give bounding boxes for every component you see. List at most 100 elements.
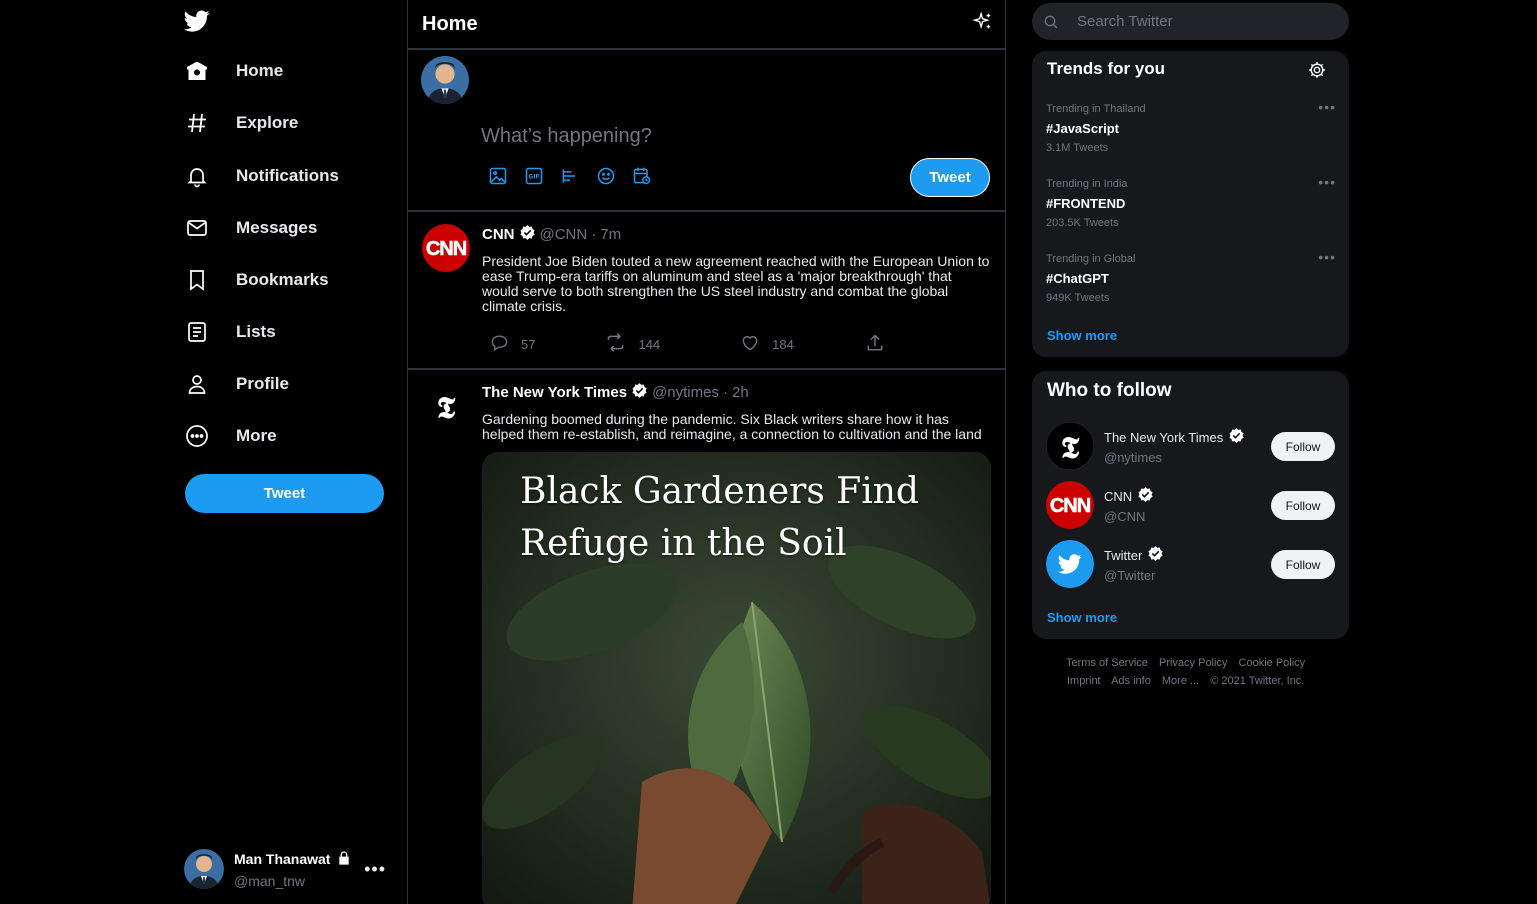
trend-context: Trending in Thailand xyxy=(1046,103,1146,115)
follow-button[interactable]: Follow xyxy=(1271,432,1335,461)
trend-count: 3.1M Tweets xyxy=(1046,142,1109,154)
tweet-media-image[interactable]: Black Gardeners Find Refuge in the Soil xyxy=(482,452,991,904)
cnn-avatar: CNN xyxy=(1046,481,1094,529)
nav-bookmarks[interactable]: Bookmarks xyxy=(184,260,329,300)
nav-notifications[interactable]: Notifications xyxy=(184,156,339,196)
list-icon xyxy=(184,319,210,345)
nytimes-avatar[interactable]: 𝕿 xyxy=(422,382,470,430)
verified-badge-icon xyxy=(519,224,536,245)
like-count: 184 xyxy=(772,336,794,352)
emoji-icon[interactable] xyxy=(596,166,616,186)
footer-link-more[interactable]: More ... xyxy=(1162,675,1199,687)
compose-tweet-button[interactable]: Tweet xyxy=(910,158,990,197)
tweet[interactable]: CNN CNN @CNN · 7m President Joe Biden to… xyxy=(408,212,1005,370)
more-horizontal-icon[interactable]: ••• xyxy=(1318,174,1336,190)
account-switcher[interactable]: Man Thanawat @man_tnw ••• xyxy=(184,845,394,893)
follow-handle: @Twitter xyxy=(1104,568,1156,583)
twitter-logo-icon[interactable] xyxy=(183,8,212,36)
schedule-icon[interactable] xyxy=(632,166,652,186)
media-headline: Black Gardeners Find Refuge in the Soil xyxy=(520,466,919,570)
cnn-avatar[interactable]: CNN xyxy=(422,224,470,272)
poll-icon[interactable] xyxy=(560,166,580,186)
footer-link-cookie[interactable]: Cookie Policy xyxy=(1239,657,1306,669)
who-to-follow-show-more-link[interactable]: Show more xyxy=(1047,610,1117,625)
follow-name: CNN xyxy=(1104,488,1133,504)
avatar xyxy=(421,56,469,104)
trend-item[interactable]: Trending in India #FRONTEND 203.5K Tweet… xyxy=(1046,174,1336,229)
home-icon xyxy=(184,58,210,84)
footer-link-terms[interactable]: Terms of Service xyxy=(1066,657,1148,669)
tweet[interactable]: 𝕿 The New York Times @nytimes · 2h Garde… xyxy=(408,370,1005,904)
follow-button[interactable]: Follow xyxy=(1271,550,1335,579)
nav-profile[interactable]: Profile xyxy=(184,364,289,404)
footer-link-imprint[interactable]: Imprint xyxy=(1067,675,1101,687)
share-button[interactable] xyxy=(865,333,885,356)
tweet-text: Gardening boomed during the pandemic. Si… xyxy=(482,411,982,442)
gear-icon[interactable] xyxy=(1307,60,1327,85)
verified-badge-icon xyxy=(1147,545,1164,565)
who-to-follow-title: Who to follow xyxy=(1047,380,1172,401)
nav-more[interactable]: More xyxy=(184,416,277,456)
tweet-author-handle[interactable]: @nytimes xyxy=(652,384,719,401)
media-headline-line-2: Refuge in the Soil xyxy=(520,523,847,564)
verified-badge-icon xyxy=(1228,427,1245,447)
nav-home[interactable]: Home xyxy=(184,51,283,91)
tweet-actions: 57 144 184 xyxy=(482,332,991,356)
more-horizontal-icon[interactable]: ••• xyxy=(1318,99,1336,115)
follow-name: The New York Times xyxy=(1104,429,1224,445)
trend-tag: #JavaScript xyxy=(1046,121,1119,136)
compose-input[interactable]: What’s happening? xyxy=(481,125,652,148)
follow-suggestion[interactable]: 𝕿 The New York Times @nytimes Follow xyxy=(1046,422,1336,470)
trend-count: 203.5K Tweets xyxy=(1046,217,1119,229)
trends-show-more-link[interactable]: Show more xyxy=(1047,328,1117,343)
sparkle-icon[interactable] xyxy=(971,10,993,38)
more-horizontal-icon[interactable]: ••• xyxy=(364,859,386,880)
retweet-count: 144 xyxy=(638,336,661,352)
search-icon xyxy=(1043,14,1059,30)
reply-button[interactable]: 57 xyxy=(490,333,535,355)
sidebar-tweet-button[interactable]: Tweet xyxy=(185,474,384,513)
tweet-text: President Joe Biden touted a new agreeme… xyxy=(482,253,990,314)
avatar xyxy=(184,849,224,889)
tweet-author-handle[interactable]: @CNN xyxy=(540,226,588,243)
footer-link-ads-info[interactable]: Ads info xyxy=(1111,675,1151,687)
trends-title: Trends for you xyxy=(1047,59,1166,78)
trends-card: Trends for you Trending in Thailand #Jav… xyxy=(1032,51,1349,357)
search-input[interactable] xyxy=(1077,13,1317,30)
nav-explore[interactable]: Explore xyxy=(184,103,298,143)
bell-icon xyxy=(184,163,210,189)
retweet-button[interactable]: 144 xyxy=(605,332,660,356)
follow-name: Twitter xyxy=(1104,547,1143,563)
nav-home-label: Home xyxy=(236,61,284,80)
page-title: Home xyxy=(422,12,478,35)
tweet-timestamp[interactable]: 2h xyxy=(732,384,749,401)
nav-bookmarks-label: Bookmarks xyxy=(236,270,329,289)
search-bar[interactable] xyxy=(1032,3,1349,40)
trend-item[interactable]: Trending in Thailand #JavaScript 3.1M Tw… xyxy=(1046,99,1336,154)
separator-dot: · xyxy=(591,226,597,243)
footer-link-privacy[interactable]: Privacy Policy xyxy=(1159,657,1227,669)
svg-text:𝕿: 𝕿 xyxy=(437,391,456,426)
gif-icon[interactable]: GIF xyxy=(524,166,544,186)
more-circle-icon xyxy=(184,423,210,449)
tweet-author-name[interactable]: The New York Times xyxy=(482,384,627,401)
like-button[interactable]: 184 xyxy=(740,333,794,356)
follow-suggestion[interactable]: CNN CNN @CNN Follow xyxy=(1046,481,1336,529)
follow-suggestion[interactable]: Twitter @Twitter Follow xyxy=(1046,540,1336,588)
image-icon[interactable] xyxy=(488,166,508,186)
more-horizontal-icon[interactable]: ••• xyxy=(1318,249,1336,265)
svg-text:𝕿: 𝕿 xyxy=(1061,431,1080,466)
tweet-timestamp[interactable]: 7m xyxy=(600,226,621,243)
who-to-follow-card: Who to follow 𝕿 The New York Times @nyti… xyxy=(1032,371,1349,639)
trend-item[interactable]: Trending in Global #ChatGPT 949K Tweets … xyxy=(1046,249,1336,304)
nav-messages-label: Messages xyxy=(236,218,318,237)
account-name: Man Thanawat xyxy=(234,851,331,867)
footer-copyright: © 2021 Twitter, Inc. xyxy=(1210,675,1305,687)
svg-text:CNN: CNN xyxy=(426,238,467,260)
follow-handle: @CNN xyxy=(1104,509,1146,524)
separator-dot: · xyxy=(722,384,728,401)
nav-messages[interactable]: Messages xyxy=(184,208,317,248)
tweet-author-name[interactable]: CNN xyxy=(482,226,515,243)
nav-lists[interactable]: Lists xyxy=(184,312,276,352)
follow-button[interactable]: Follow xyxy=(1271,491,1335,520)
